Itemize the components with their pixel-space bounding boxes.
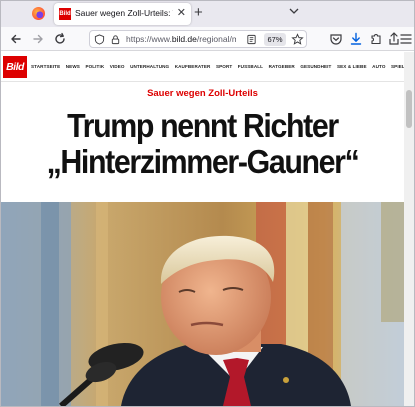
site-nav-menu: STARTSEITE NEWS POLITIK VIDEO UNTERHALTUNG KA… — [31, 64, 408, 69]
bild-logo[interactable]: Bild — [3, 56, 27, 78]
reload-icon[interactable] — [51, 30, 69, 48]
site-nav-item-unterhaltung[interactable]: UNTERHALTUNG — [130, 64, 169, 69]
favicon-icon: Bild — [59, 8, 71, 20]
tab-strip: Bild Sauer wegen Zoll-Urteils: Trump ✕ + — [1, 1, 414, 27]
navigation-toolbar: https://www.bild.de/regional/m 67% — [1, 27, 414, 51]
menu-icon[interactable] — [399, 30, 413, 48]
zoom-level-badge[interactable]: 67% — [264, 33, 286, 46]
site-nav-item-ratgeber[interactable]: RATGEBER — [269, 64, 295, 69]
site-nav-item-startseite[interactable]: STARTSEITE — [31, 64, 60, 69]
url-text[interactable]: https://www.bild.de/regional/m — [126, 34, 236, 44]
page-scrollbar[interactable] — [404, 52, 414, 406]
back-icon[interactable] — [7, 30, 25, 48]
forward-icon[interactable] — [29, 30, 47, 48]
article-kicker[interactable]: Sauer wegen Zoll-Urteils — [1, 88, 404, 99]
lock-icon[interactable] — [110, 34, 121, 45]
headline-line-1: Trump nennt Richter — [67, 107, 339, 144]
tab-title: Sauer wegen Zoll-Urteils: Trump — [75, 8, 173, 18]
site-nav-item-news[interactable]: NEWS — [66, 64, 80, 69]
downloads-icon[interactable] — [347, 30, 365, 48]
site-nav-item-auto[interactable]: AUTO — [372, 64, 385, 69]
article-hero-image[interactable] — [1, 202, 404, 406]
trump-photo — [1, 202, 404, 406]
browser-window: Bild Sauer wegen Zoll-Urteils: Trump ✕ + — [0, 0, 415, 407]
scrollbar-thumb[interactable] — [406, 90, 412, 128]
site-nav-item-sport[interactable]: SPORT — [216, 64, 232, 69]
site-nav-item-fussball[interactable]: FUSSBALL — [238, 64, 263, 69]
close-tab-icon[interactable]: ✕ — [177, 7, 186, 19]
site-nav-item-gesundheit[interactable]: GESUNDHEIT — [300, 64, 331, 69]
address-bar[interactable]: https://www.bild.de/regional/m 67% — [89, 30, 307, 48]
active-tab[interactable]: Bild Sauer wegen Zoll-Urteils: Trump ✕ — [54, 3, 191, 25]
reader-view-icon[interactable] — [246, 34, 257, 45]
pocket-icon[interactable] — [327, 30, 345, 48]
site-navigation: Bild STARTSEITE NEWS POLITIK VIDEO UNTERHALT… — [1, 52, 408, 82]
tab-list-icon[interactable] — [288, 5, 300, 17]
bookmark-star-icon[interactable] — [291, 33, 304, 46]
shield-icon[interactable] — [94, 34, 105, 45]
site-nav-item-kaufberater[interactable]: KAUFBERATER — [175, 64, 211, 69]
firefox-logo-icon[interactable] — [32, 7, 45, 20]
new-tab-button[interactable]: + — [194, 4, 203, 22]
site-nav-item-video[interactable]: VIDEO — [110, 64, 125, 69]
extensions-icon[interactable] — [367, 30, 385, 48]
headline-line-2: „Hinterzimmer-Gauner“ — [46, 143, 360, 180]
site-nav-item-sex-liebe[interactable]: SEX & LIEBE — [337, 64, 367, 69]
article-headline[interactable]: Trump nennt Richter „Hinterzimmer-Gauner… — [17, 108, 388, 180]
site-nav-item-politik[interactable]: POLITIK — [85, 64, 104, 69]
